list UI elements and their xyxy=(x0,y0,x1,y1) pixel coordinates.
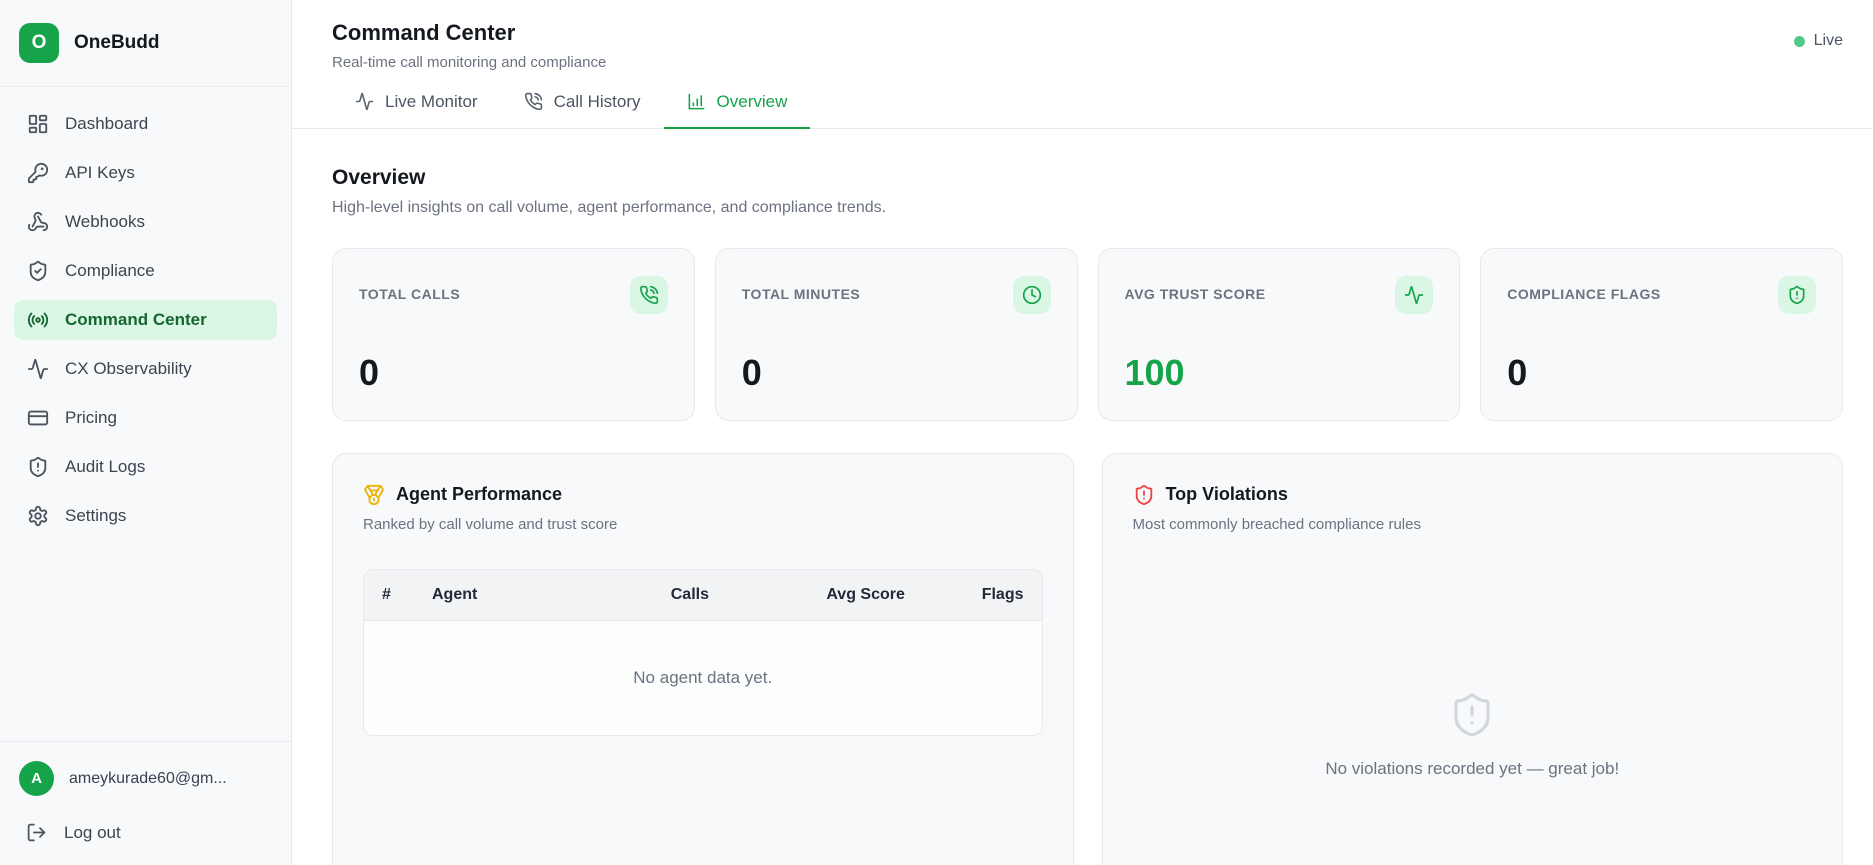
live-status-badge: Live xyxy=(1793,32,1843,50)
stat-label: COMPLIANCE FLAGS xyxy=(1507,285,1661,302)
bar-chart-icon xyxy=(687,92,706,111)
column-header-flags: Flags xyxy=(981,585,1024,603)
stat-value: 100 xyxy=(1124,351,1185,393)
activity-icon xyxy=(27,358,49,380)
violations-empty-state: No violations recorded yet — great job! xyxy=(1133,691,1813,779)
panels: Agent Performance Ranked by call volume … xyxy=(332,452,1843,865)
stat-cards: TOTAL CALLS 0 TOTAL MINUTES 0 AVG TRUST … xyxy=(332,247,1843,421)
live-label: Live xyxy=(1813,32,1843,49)
logout-button[interactable]: Log out xyxy=(19,822,272,843)
column-header-rank: # xyxy=(382,585,391,603)
live-dot-icon xyxy=(1793,35,1805,47)
tab-bar: Live Monitor Call History Overview xyxy=(292,80,1873,129)
column-header-avg-score: Avg Score xyxy=(826,585,905,603)
user-email: ameykurade60@gm... xyxy=(69,769,227,787)
credit-card-icon xyxy=(27,407,49,429)
sidebar-item-label: Compliance xyxy=(65,261,155,280)
shield-alert-icon xyxy=(1133,691,1813,739)
sidebar-item-label: Settings xyxy=(65,506,127,525)
top-violations-panel: Top Violations Most commonly breached co… xyxy=(1101,452,1843,865)
agent-table-empty-message: No agent data yet. xyxy=(633,667,773,687)
column-header-calls: Calls xyxy=(670,585,709,603)
sidebar-item-label: Webhooks xyxy=(65,212,146,231)
user-row[interactable]: A ameykurade60@gm... xyxy=(19,761,272,796)
shield-alert-icon xyxy=(27,456,49,478)
page-subtitle: Real-time call monitoring and compliance xyxy=(332,53,607,71)
panel-subtitle: Ranked by call volume and trust score xyxy=(363,515,618,533)
activity-icon xyxy=(1395,275,1434,314)
brand-logo: O xyxy=(19,23,59,63)
stat-card-avg-trust-score: AVG TRUST SCORE 100 xyxy=(1097,247,1461,421)
section-subheading: High-level insights on call volume, agen… xyxy=(332,198,887,216)
agent-table: # Agent Calls Avg Score Flags No agent d… xyxy=(363,568,1043,736)
sidebar-footer: A ameykurade60@gm... Log out xyxy=(0,741,291,865)
sidebar-item-cx-observability[interactable]: CX Observability xyxy=(14,349,277,389)
sidebar-item-compliance[interactable]: Compliance xyxy=(14,251,277,291)
sidebar-item-api-keys[interactable]: API Keys xyxy=(14,153,277,193)
page-title: Command Center xyxy=(332,20,516,45)
panel-title: Top Violations xyxy=(1165,484,1288,504)
stat-label: TOTAL CALLS xyxy=(359,285,461,302)
clock-icon xyxy=(1012,275,1051,314)
key-icon xyxy=(27,162,49,184)
stat-value: 0 xyxy=(741,351,762,393)
column-header-agent: Agent xyxy=(432,585,478,603)
main-area: Command Center Real-time call monitoring… xyxy=(292,0,1873,865)
stat-card-compliance-flags: COMPLIANCE FLAGS 0 xyxy=(1480,247,1843,421)
tab-label: Live Monitor xyxy=(385,91,478,111)
tab-label: Call History xyxy=(553,91,641,111)
stat-card-total-calls: TOTAL CALLS 0 xyxy=(332,247,695,421)
section-heading: Overview xyxy=(332,165,426,189)
sidebar-item-label: Command Center xyxy=(65,310,207,329)
sidebar: O OneBudd Dashboard API Keys Webhooks Co… xyxy=(0,0,292,865)
sidebar-item-label: Dashboard xyxy=(65,114,149,133)
sidebar-item-webhooks[interactable]: Webhooks xyxy=(14,202,277,242)
phone-icon xyxy=(524,92,543,111)
sidebar-item-dashboard[interactable]: Dashboard xyxy=(14,104,277,144)
sidebar-item-label: API Keys xyxy=(65,163,135,182)
stat-label: AVG TRUST SCORE xyxy=(1124,285,1266,302)
sidebar-item-settings[interactable]: Settings xyxy=(14,496,277,536)
logout-icon xyxy=(26,822,47,843)
tab-overview[interactable]: Overview xyxy=(663,80,811,129)
stat-card-total-minutes: TOTAL MINUTES 0 xyxy=(714,247,1078,421)
brand: O OneBudd xyxy=(0,0,291,87)
tab-label: Overview xyxy=(716,91,788,111)
panel-title: Agent Performance xyxy=(396,484,563,504)
sidebar-item-label: CX Observability xyxy=(65,359,192,378)
webhook-icon xyxy=(27,211,49,233)
gear-icon xyxy=(27,505,49,527)
stat-value: 0 xyxy=(359,351,380,393)
shield-check-icon xyxy=(27,260,49,282)
violations-empty-message: No violations recorded yet — great job! xyxy=(1325,758,1620,778)
page-header: Command Center Real-time call monitoring… xyxy=(292,0,1873,71)
phone-call-icon xyxy=(629,275,668,314)
shield-alert-icon xyxy=(1778,275,1816,314)
content: Overview High-level insights on call vol… xyxy=(292,129,1873,865)
agent-table-header: # Agent Calls Avg Score Flags xyxy=(364,569,1042,621)
sidebar-item-label: Audit Logs xyxy=(65,457,146,476)
brand-name: OneBudd xyxy=(74,32,160,53)
shield-alert-icon xyxy=(1133,484,1155,506)
panel-subtitle: Most commonly breached compliance rules xyxy=(1132,515,1421,533)
dashboard-icon xyxy=(27,113,49,135)
tab-call-history[interactable]: Call History xyxy=(501,80,664,129)
sidebar-item-label: Pricing xyxy=(65,408,117,427)
avatar: A xyxy=(19,761,54,796)
sidebar-item-command-center[interactable]: Command Center xyxy=(14,300,277,340)
stat-value: 0 xyxy=(1507,351,1528,393)
medal-icon xyxy=(363,484,385,506)
radio-icon xyxy=(27,309,49,331)
stat-label: TOTAL MINUTES xyxy=(741,285,861,302)
sidebar-item-audit-logs[interactable]: Audit Logs xyxy=(14,447,277,487)
activity-icon xyxy=(355,92,374,111)
sidebar-item-pricing[interactable]: Pricing xyxy=(14,398,277,438)
agent-performance-panel: Agent Performance Ranked by call volume … xyxy=(332,452,1074,865)
sidebar-nav: Dashboard API Keys Webhooks Compliance C… xyxy=(0,87,291,553)
logout-label: Log out xyxy=(64,822,121,842)
tab-live-monitor[interactable]: Live Monitor xyxy=(332,80,501,129)
